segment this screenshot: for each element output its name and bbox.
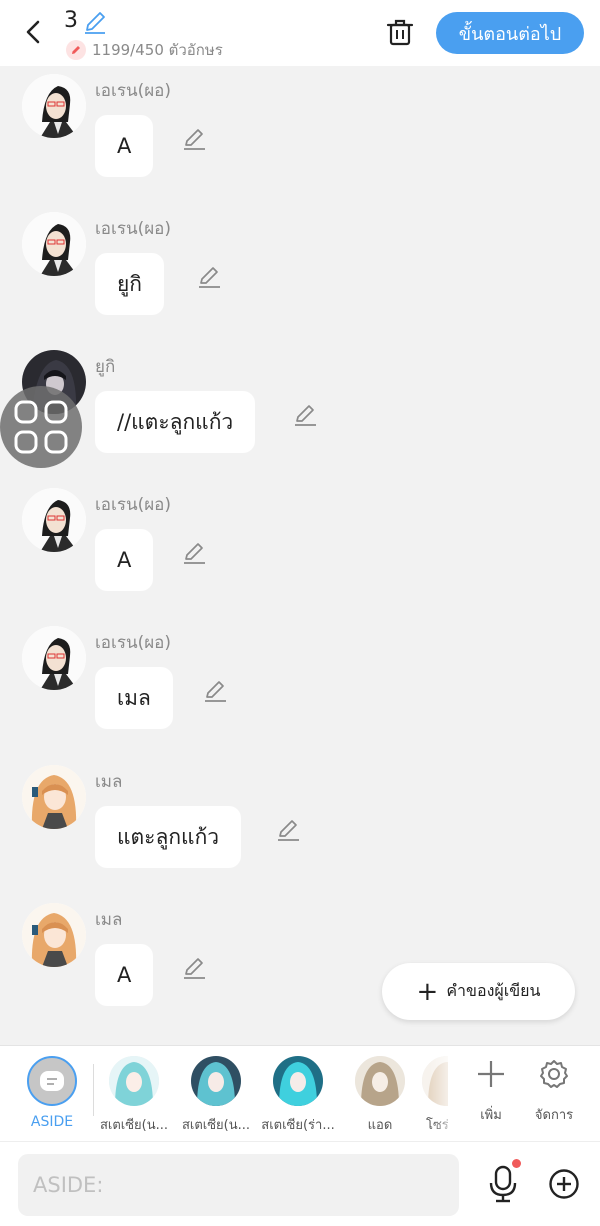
pencil-icon: [66, 40, 86, 60]
edit-message-icon[interactable]: [292, 402, 318, 428]
trash-icon[interactable]: [385, 16, 415, 48]
edit-message-icon[interactable]: [181, 126, 207, 152]
scroll-fade: [430, 1046, 460, 1142]
avatar[interactable]: [22, 626, 86, 690]
manage-characters-button[interactable]: จัดการ: [524, 1058, 584, 1125]
message-bubble[interactable]: A: [95, 944, 154, 1006]
avatar[interactable]: [22, 903, 86, 967]
add-character-button[interactable]: เพิ่ม: [461, 1058, 521, 1125]
aside-icon: [27, 1056, 77, 1106]
avatar: [109, 1056, 159, 1106]
character-item[interactable]: สเตเซีย(ร่า...: [258, 1056, 338, 1135]
character-label: สเตเซีย(น...: [181, 1118, 251, 1133]
add-circle-icon[interactable]: [548, 1168, 580, 1200]
avatar[interactable]: [22, 765, 86, 829]
message-bubble[interactable]: แตะลูกแก้ว: [95, 806, 242, 868]
grid-icon: [14, 400, 68, 454]
writer-note-label: คำของผู้เขียน: [446, 981, 541, 1000]
sender-name: เอเรน(ผอ): [95, 81, 172, 101]
message-input[interactable]: [18, 1154, 459, 1216]
chapter-number: 3: [64, 8, 78, 33]
next-step-button[interactable]: ขั้นตอนต่อไป: [436, 12, 584, 54]
input-bar: [0, 1141, 600, 1226]
back-arrow-icon[interactable]: [18, 16, 48, 48]
sender-name: เมล: [95, 910, 123, 930]
character-label: สเตเซีย(น...: [99, 1118, 169, 1133]
edit-message-icon[interactable]: [275, 817, 301, 843]
edit-title-icon[interactable]: [82, 9, 108, 35]
character-selector: ASIDE สเตเซีย(น... สเตเซีย(น... สเตเซีย(…: [0, 1045, 600, 1142]
message-bubble[interactable]: //แตะลูกแก้ว: [95, 391, 256, 453]
avatar[interactable]: [22, 488, 86, 552]
character-label: ASIDE: [30, 1114, 74, 1130]
character-count: 1199/450 ตัวอักษร: [66, 38, 223, 62]
assistive-touch-button[interactable]: [0, 386, 82, 468]
notification-dot: [512, 1159, 521, 1168]
character-count-text: 1199/450 ตัวอักษร: [92, 41, 223, 59]
plus-icon: +: [416, 976, 439, 1007]
manage-label: จัดการ: [534, 1108, 574, 1123]
edit-message-icon[interactable]: [202, 678, 228, 704]
avatar[interactable]: [22, 74, 86, 138]
edit-message-icon[interactable]: [181, 540, 207, 566]
sender-name: เอเรน(ผอ): [95, 633, 172, 653]
sender-name: ยูกิ: [95, 357, 116, 377]
character-label: สเตเซีย(ร่า...: [261, 1118, 335, 1133]
message-bubble[interactable]: A: [95, 529, 154, 591]
sender-name: เมล: [95, 772, 123, 792]
sender-name: เอเรน(ผอ): [95, 219, 172, 239]
edit-message-icon[interactable]: [181, 955, 207, 981]
add-writer-note-button[interactable]: + คำของผู้เขียน: [382, 963, 575, 1020]
edit-message-icon[interactable]: [196, 264, 222, 290]
avatar: [273, 1056, 323, 1106]
gear-icon: [540, 1060, 568, 1088]
message-bubble[interactable]: ยูกิ: [95, 253, 165, 315]
avatar[interactable]: [22, 212, 86, 276]
avatar: [191, 1056, 241, 1106]
message-bubble[interactable]: A: [95, 115, 154, 177]
plus-icon: [478, 1061, 504, 1087]
character-item[interactable]: สเตเซีย(น...: [94, 1056, 174, 1135]
add-label: เพิ่ม: [480, 1108, 502, 1123]
character-item[interactable]: สเตเซีย(น...: [176, 1056, 256, 1135]
message-bubble[interactable]: เมล: [95, 667, 173, 729]
sender-name: เอเรน(ผอ): [95, 495, 172, 515]
microphone-icon[interactable]: [486, 1164, 520, 1204]
top-bar: 3 1199/450 ตัวอักษร ขั้นตอนต่อไป: [0, 0, 600, 66]
character-aside[interactable]: ASIDE: [12, 1056, 92, 1130]
